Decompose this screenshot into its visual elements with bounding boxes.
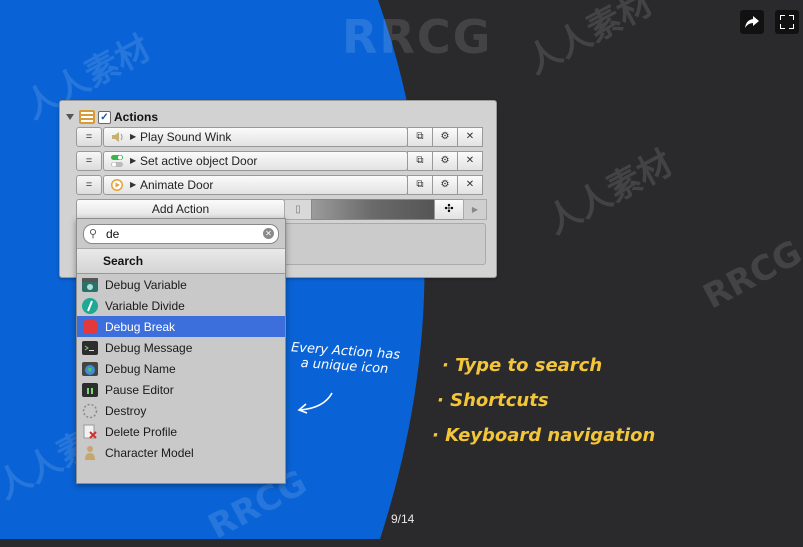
list-item[interactable]: Destroy — [77, 400, 285, 421]
play-arrow-icon[interactable]: ▶ — [463, 199, 487, 220]
list-item[interactable]: Character Model — [77, 442, 285, 463]
search-results-list: Debug Variable Variable Divide Debug Bre… — [77, 274, 285, 463]
feature-keyboard-navigation: · Keyboard navigation — [432, 425, 656, 446]
globe-icon — [82, 361, 98, 376]
action-row[interactable]: = ▶ Animate Door ⧉ ⚙ ✕ — [76, 175, 486, 195]
list-item[interactable]: Delete Profile — [77, 421, 285, 442]
remove-button[interactable]: ✕ — [457, 127, 483, 147]
action-label: Set active object Door — [140, 154, 258, 168]
search-icon: ⚲ — [89, 228, 98, 240]
feature-shortcuts: · Shortcuts — [437, 390, 549, 411]
action-row[interactable]: = ▶ Set active object Door ⧉ ⚙ ✕ — [76, 151, 486, 171]
search-field[interactable]: ⚲ ✕ — [83, 224, 279, 244]
play-icon — [111, 179, 123, 191]
list-item[interactable]: Debug Name — [77, 358, 285, 379]
share-button[interactable] — [740, 10, 764, 34]
fullscreen-icon — [780, 15, 794, 29]
expand-arrow-icon: ▶ — [130, 132, 137, 141]
duplicate-button[interactable]: ⧉ — [407, 175, 433, 195]
share-icon — [745, 16, 759, 28]
expand-arrow-icon: ▶ — [130, 180, 137, 189]
drag-handle[interactable]: = — [76, 175, 102, 195]
remove-button[interactable]: ✕ — [457, 175, 483, 195]
list-item[interactable]: Debug Message — [77, 337, 285, 358]
list-item[interactable]: Pause Editor — [77, 379, 285, 400]
divide-icon — [82, 297, 98, 314]
clipboard-icon[interactable]: ▯ — [284, 199, 312, 220]
actions-list-icon — [79, 110, 95, 124]
search-results-title: Search — [77, 248, 285, 274]
duplicate-button[interactable]: ⧉ — [407, 127, 433, 147]
list-item[interactable]: Debug Variable — [77, 274, 285, 295]
list-item[interactable]: Variable Divide — [77, 295, 285, 316]
action-row-main[interactable]: ▶ Animate Door — [103, 175, 408, 195]
variable-icon — [82, 277, 98, 292]
add-action-bar: Add Action ▯ ✣ ▶ — [76, 199, 487, 220]
search-input[interactable] — [106, 226, 256, 241]
break-icon — [83, 319, 97, 334]
duplicate-button[interactable]: ⧉ — [407, 151, 433, 171]
callout-arrow-icon — [297, 392, 333, 414]
action-label: Play Sound Wink — [140, 130, 232, 144]
clear-search-icon[interactable]: ✕ — [263, 228, 274, 239]
console-icon — [82, 340, 98, 355]
fullscreen-button[interactable] — [775, 10, 799, 34]
actions-enabled-checkbox[interactable]: ✓ — [98, 110, 111, 124]
action-search-dropdown: ⚲ ✕ Search Debug Variable Variable Divid… — [76, 218, 286, 484]
delete-profile-icon — [83, 424, 97, 439]
add-action-button[interactable]: Add Action — [76, 199, 285, 220]
toggle-icon — [111, 155, 123, 167]
remove-button[interactable]: ✕ — [457, 151, 483, 171]
actions-header: ✓ Actions — [66, 109, 158, 125]
destroy-icon — [82, 403, 98, 418]
add-action-field — [311, 199, 435, 220]
settings-button[interactable]: ⚙ — [432, 127, 458, 147]
feature-type-to-search: · Type to search — [442, 355, 603, 376]
pause-icon — [82, 382, 98, 397]
drag-handle[interactable]: = — [76, 127, 102, 147]
pin-icon[interactable]: ✣ — [434, 199, 464, 220]
actions-title: Actions — [114, 110, 159, 124]
action-row-main[interactable]: ▶ Play Sound Wink — [103, 127, 408, 147]
collapse-triangle-icon[interactable] — [66, 114, 74, 120]
action-row[interactable]: = ▶ Play Sound Wink ⧉ ⚙ ✕ — [76, 127, 486, 147]
settings-button[interactable]: ⚙ — [432, 151, 458, 171]
settings-button[interactable]: ⚙ — [432, 175, 458, 195]
expand-arrow-icon: ▶ — [130, 156, 137, 165]
action-row-main[interactable]: ▶ Set active object Door — [103, 151, 408, 171]
list-item-selected[interactable]: Debug Break — [77, 316, 285, 337]
sound-icon — [112, 132, 123, 142]
action-label: Animate Door — [140, 178, 214, 192]
drag-handle[interactable]: = — [76, 151, 102, 171]
slide-counter: 9/14 — [391, 512, 415, 526]
character-icon — [85, 445, 95, 460]
